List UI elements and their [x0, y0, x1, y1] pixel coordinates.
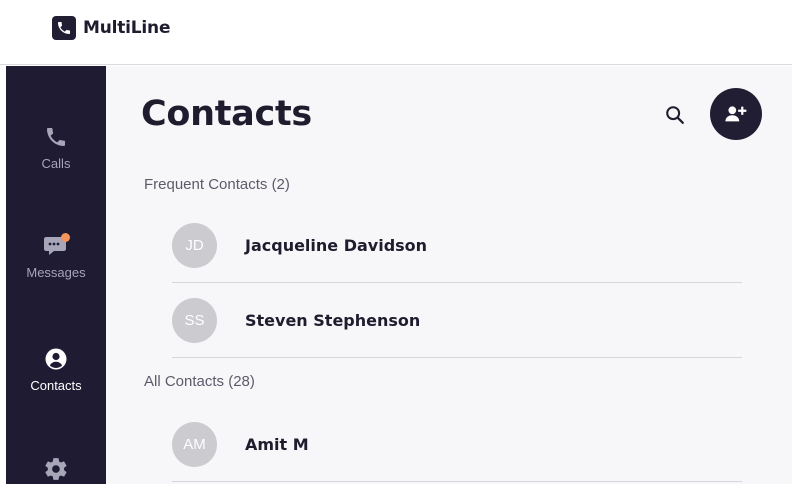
add-contact-button[interactable] [710, 88, 762, 140]
top-bar: MultiLine [0, 0, 792, 65]
contact-name: Amit M [245, 435, 309, 454]
section-header-all: All Contacts (28) [144, 373, 255, 390]
contact-name: Steven Stephenson [245, 311, 421, 330]
app-name: MultiLine [83, 18, 171, 38]
contacts-panel: Contacts Frequent Contacts (2) JD Jacque… [106, 66, 792, 484]
sidebar-item-calls[interactable]: Calls [6, 122, 106, 171]
contact-row[interactable]: JD Jacqueline Davidson [172, 209, 742, 283]
chat-bubble-icon [41, 231, 71, 261]
user-circle-icon [41, 344, 71, 374]
phone-logo-icon [52, 16, 76, 40]
sidebar-item-contacts[interactable]: Contacts [6, 344, 106, 393]
page-title: Contacts [141, 94, 312, 134]
phone-icon [41, 122, 71, 152]
search-button[interactable] [662, 102, 688, 128]
sidebar-item-label: Messages [26, 265, 86, 280]
contact-row[interactable]: AM Amit M [172, 408, 742, 482]
sidebar-item-settings[interactable] [6, 454, 106, 484]
contact-name: Jacqueline Davidson [245, 236, 428, 255]
unread-badge [61, 233, 70, 242]
brand[interactable]: MultiLine [52, 16, 170, 40]
section-header-frequent: Frequent Contacts (2) [144, 176, 290, 193]
sidebar-item-messages[interactable]: Messages [6, 231, 106, 280]
add-contact-icon [725, 106, 747, 122]
avatar: AM [172, 422, 217, 467]
gear-icon [41, 454, 71, 484]
avatar: SS [172, 298, 217, 343]
contact-row[interactable]: SS Steven Stephenson [172, 284, 742, 358]
avatar: JD [172, 223, 217, 268]
search-icon [666, 106, 684, 124]
sidebar-item-label: Contacts [30, 378, 82, 393]
sidebar-item-label: Calls [41, 156, 71, 171]
sidebar: Calls Messages Contacts [6, 66, 106, 484]
